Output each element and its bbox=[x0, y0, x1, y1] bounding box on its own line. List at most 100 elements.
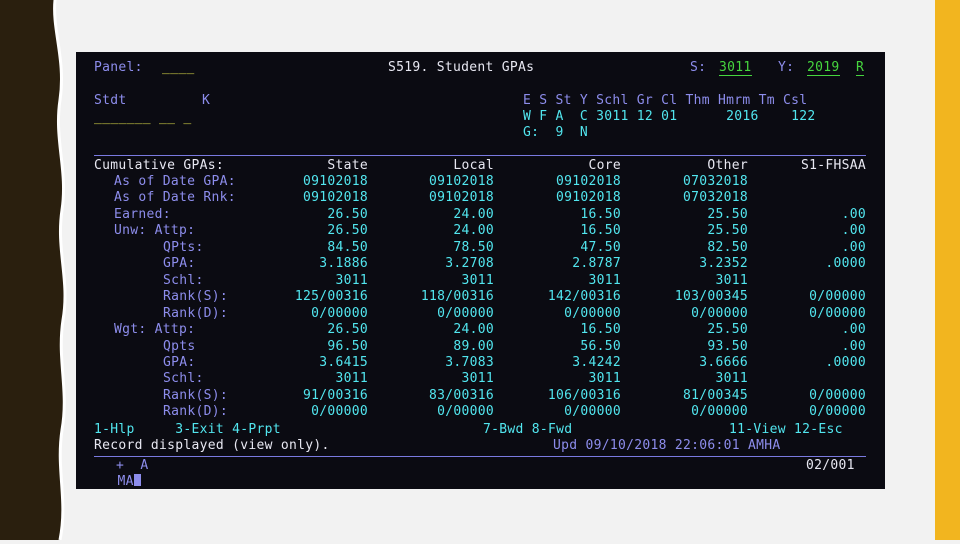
table-cell: .0000 bbox=[825, 354, 866, 370]
slide-left-band bbox=[0, 0, 70, 541]
student-attr-values: W F A C 3011 12 01 2016 122 bbox=[523, 109, 816, 124]
table-cell: 142/00316 bbox=[547, 289, 621, 305]
table-cell: 26.50 bbox=[327, 206, 368, 222]
table-cell: 3.2708 bbox=[445, 256, 494, 272]
row-label: As of Date GPA: bbox=[114, 174, 236, 189]
table-cell: 3.2352 bbox=[699, 256, 748, 272]
row-label: Earned: bbox=[114, 206, 171, 222]
row-label: Wgt: Attp: bbox=[114, 322, 196, 338]
function-keys-right[interactable]: 11-View 12-Esc bbox=[729, 422, 843, 438]
table-cell: 16.50 bbox=[580, 206, 621, 222]
slide-accent-bar bbox=[935, 0, 960, 540]
panel-label: Panel: bbox=[94, 60, 143, 75]
col-header-fhsaa: S1-FHSAA bbox=[800, 158, 866, 173]
table-cell: 0/00000 bbox=[311, 305, 368, 321]
table-cell: 3011 bbox=[588, 371, 621, 387]
row-label: GPA: bbox=[163, 354, 196, 370]
table-cell: 47.50 bbox=[580, 239, 621, 255]
table-cell: 93.50 bbox=[707, 338, 748, 354]
text-cursor bbox=[133, 474, 141, 486]
separator-top bbox=[94, 155, 866, 156]
table-cell: .00 bbox=[841, 338, 866, 354]
row-label: As of Date Rnk: bbox=[114, 190, 236, 206]
table-cell: 3011 bbox=[461, 272, 494, 288]
table-cell: 3011 bbox=[335, 272, 368, 288]
table-cell: 106/00316 bbox=[547, 387, 621, 403]
col-header-other: Other bbox=[707, 158, 748, 173]
col-header-core: Core bbox=[588, 158, 621, 173]
table-cell: 0/00000 bbox=[809, 404, 866, 420]
table-cell: 103/00345 bbox=[674, 289, 748, 305]
row-label: Schl: bbox=[163, 371, 204, 387]
table-cell: 78.50 bbox=[453, 239, 494, 255]
school-input[interactable]: 3011 bbox=[719, 60, 752, 76]
term-input[interactable]: R bbox=[856, 60, 865, 76]
row-label: Rank(D): bbox=[163, 305, 229, 321]
function-keys-middle[interactable]: 7-Bwd 8-Fwd bbox=[483, 422, 572, 438]
status-message: Record displayed (view only). bbox=[94, 438, 330, 453]
table-cell: 3011 bbox=[461, 371, 494, 387]
function-keys-left[interactable]: 1-Hlp 3-Exit 4-Prpt bbox=[94, 422, 281, 438]
table-cell: .00 bbox=[841, 239, 866, 255]
student-grade-line: G: 9 N bbox=[523, 125, 589, 140]
mode-flags: + A bbox=[116, 458, 149, 473]
row-label: Unw: Attp: bbox=[114, 223, 196, 239]
table-cell: 3011 bbox=[588, 272, 621, 288]
table-cell: 07032018 bbox=[682, 190, 748, 206]
school-label: S: bbox=[690, 60, 707, 75]
row-label: GPA: bbox=[163, 256, 196, 272]
table-header-label: Cumulative GPAs: bbox=[94, 158, 225, 173]
table-cell: 91/00316 bbox=[302, 387, 368, 403]
table-cell: 09102018 bbox=[555, 174, 621, 189]
table-cell: 26.50 bbox=[327, 223, 368, 239]
table-cell: 0/00000 bbox=[564, 305, 621, 321]
table-cell: 118/00316 bbox=[420, 289, 494, 305]
table-cell: 0/00000 bbox=[809, 387, 866, 403]
table-cell: 09102018 bbox=[428, 174, 494, 189]
record-position: 02/001 bbox=[806, 458, 855, 473]
table-cell: 82.50 bbox=[707, 239, 748, 255]
table-cell: 89.00 bbox=[453, 338, 494, 354]
table-cell: 56.50 bbox=[580, 338, 621, 354]
last-updated: Upd 09/10/2018 22:06:01 AMHA bbox=[553, 438, 781, 453]
input-mode-indicator: MA bbox=[117, 474, 134, 489]
table-cell: .0000 bbox=[825, 256, 866, 272]
table-cell: .00 bbox=[841, 322, 866, 338]
table-cell: .00 bbox=[841, 206, 866, 222]
table-cell: 3011 bbox=[715, 371, 748, 387]
col-header-state: State bbox=[327, 158, 368, 173]
table-cell: 25.50 bbox=[707, 206, 748, 222]
table-cell: 83/00316 bbox=[428, 387, 494, 403]
table-cell: 2.8787 bbox=[572, 256, 621, 272]
row-label: QPts: bbox=[163, 239, 204, 255]
panel-input[interactable]: ____ bbox=[162, 60, 195, 76]
table-cell: 07032018 bbox=[682, 174, 748, 189]
k-label: K bbox=[202, 93, 211, 108]
terminal-screen[interactable]: Panel: ____ S519. Student GPAs S: 3011 Y… bbox=[76, 52, 885, 489]
year-label: Y: bbox=[778, 60, 795, 75]
table-cell: 125/00316 bbox=[294, 289, 368, 305]
table-cell: 24.00 bbox=[453, 322, 494, 338]
table-cell: 81/00345 bbox=[682, 387, 748, 403]
slide-wave-edge bbox=[0, 0, 67, 541]
table-cell: 25.50 bbox=[707, 322, 748, 338]
table-cell: 09102018 bbox=[428, 190, 494, 206]
table-cell: 0/00000 bbox=[691, 404, 748, 420]
table-cell: 3.1886 bbox=[319, 256, 368, 272]
table-cell: .00 bbox=[841, 223, 866, 239]
table-cell: 3.6666 bbox=[699, 354, 748, 370]
table-cell: 16.50 bbox=[580, 322, 621, 338]
table-cell: 0/00000 bbox=[564, 404, 621, 420]
table-cell: 0/00000 bbox=[691, 305, 748, 321]
year-input[interactable]: 2019 bbox=[807, 60, 840, 76]
table-cell: 3.7083 bbox=[445, 354, 494, 370]
table-cell: 0/00000 bbox=[311, 404, 368, 420]
screen-title: S519. Student GPAs bbox=[388, 60, 535, 75]
table-cell: 84.50 bbox=[327, 239, 368, 255]
table-cell: 3011 bbox=[715, 272, 748, 288]
student-input[interactable]: _______ __ _ bbox=[94, 110, 192, 126]
table-cell: 3.6415 bbox=[319, 354, 368, 370]
table-cell: 3.4242 bbox=[572, 354, 621, 370]
table-cell: 0/00000 bbox=[809, 289, 866, 305]
table-cell: 24.00 bbox=[453, 206, 494, 222]
